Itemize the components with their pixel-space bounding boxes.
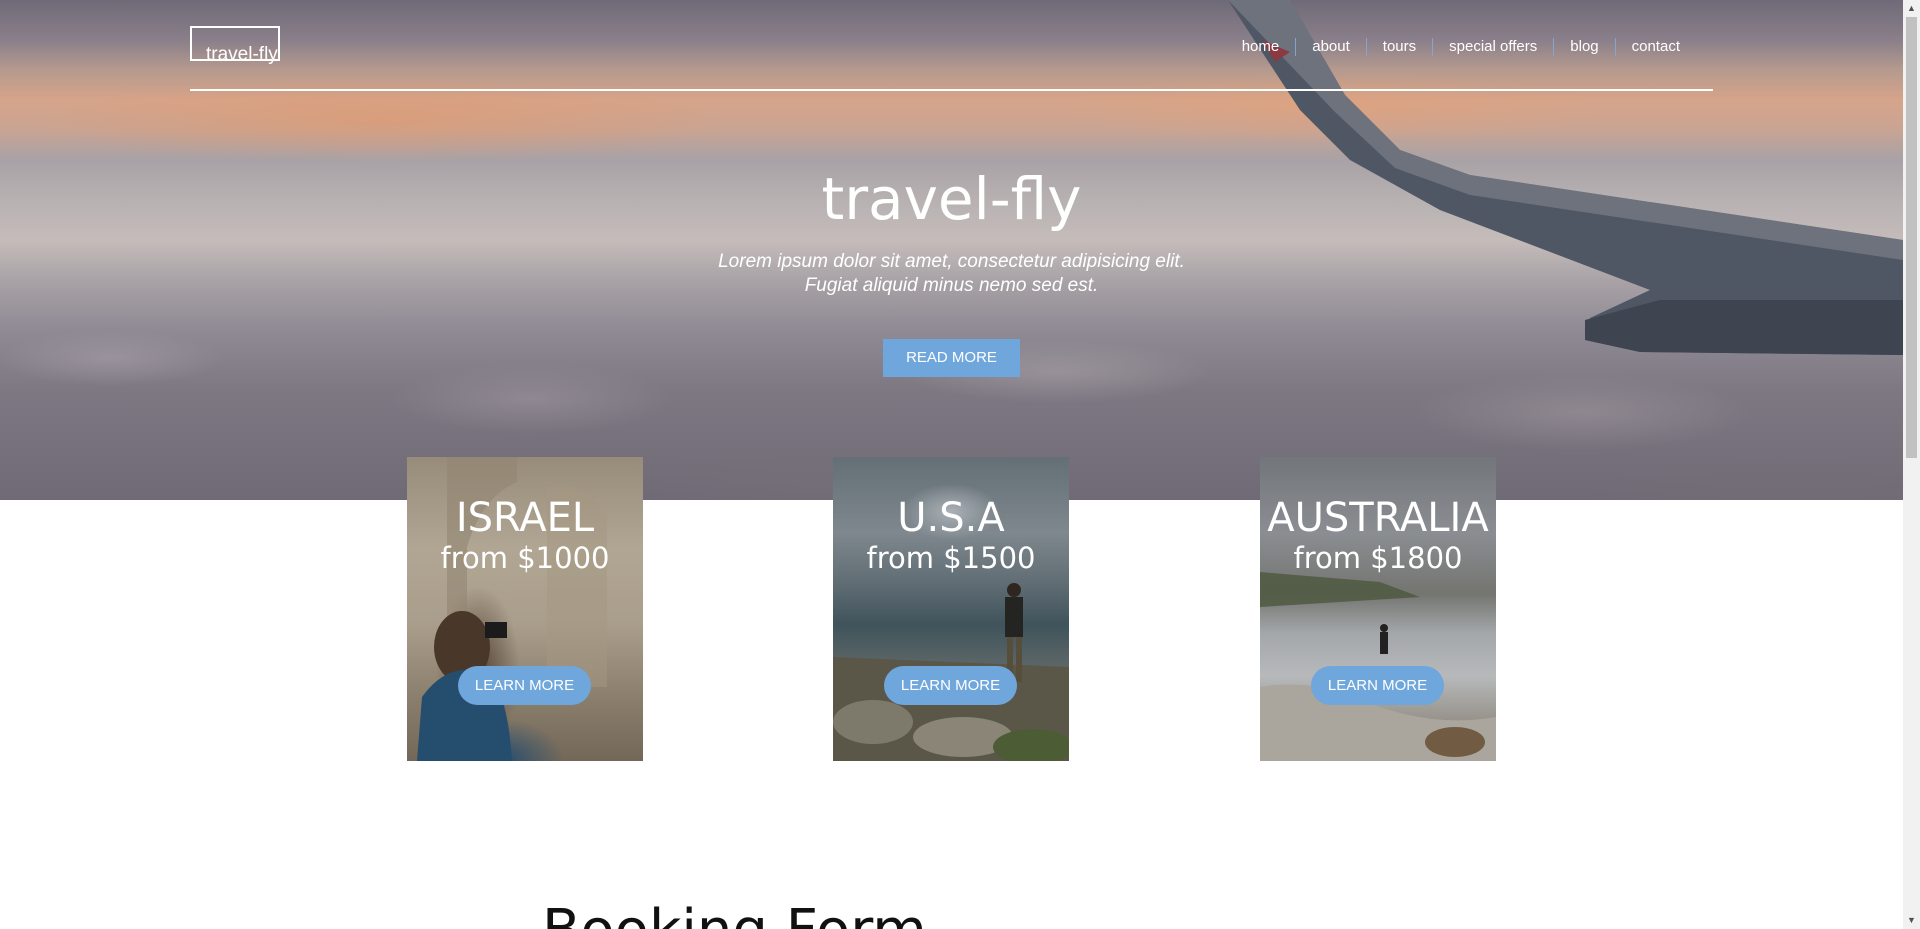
hero-subtitle-line-2: Fugiat aliquid minus nemo sed est. [804, 275, 1099, 296]
tour-country: ISRAEL [455, 495, 595, 541]
logo-text[interactable]: travel-fly [206, 44, 278, 66]
tour-country: AUSTRALIA [1267, 495, 1489, 541]
scroll-up-arrow-icon[interactable]: ▲ [1903, 0, 1920, 17]
nav-contact[interactable]: contact [1614, 38, 1696, 56]
main-nav: home about tours special offers blog con… [1226, 38, 1696, 56]
read-more-button[interactable]: READ MORE [883, 339, 1020, 377]
tour-country: U.S.A [897, 495, 1005, 541]
hero-subtitle-line-1: Lorem ipsum dolor sit amet, consectetur … [718, 251, 1185, 272]
hero-title: travel-fly [821, 165, 1082, 233]
learn-more-button-usa[interactable]: LEARN MORE [884, 666, 1017, 705]
nav-blog[interactable]: blog [1553, 38, 1614, 56]
hero-section: travel-fly home about tours special offe… [0, 0, 1903, 500]
nav-home[interactable]: home [1226, 38, 1296, 56]
learn-more-button-australia[interactable]: LEARN MORE [1311, 666, 1444, 705]
tour-card-usa[interactable]: U.S.A from $1500 LEARN MORE [833, 457, 1069, 761]
tour-price: from $1500 [866, 541, 1036, 575]
hero-subtitle: Lorem ipsum dolor sit amet, consectetur … [0, 250, 1903, 298]
tour-card-australia[interactable]: AUSTRALIA from $1800 LEARN MORE [1260, 457, 1496, 761]
tour-price: from $1000 [440, 541, 610, 575]
learn-more-button-israel[interactable]: LEARN MORE [458, 666, 591, 705]
scroll-down-arrow-icon[interactable]: ▼ [1903, 912, 1920, 929]
nav-special-offers[interactable]: special offers [1432, 38, 1553, 56]
page-scrollbar[interactable]: ▲ ▼ [1903, 0, 1920, 929]
tour-price: from $1800 [1293, 541, 1463, 575]
booking-form-title: Booking Form [542, 898, 927, 929]
nav-divider [190, 89, 1713, 91]
tour-card-israel[interactable]: ISRAEL from $1000 LEARN MORE [407, 457, 643, 761]
nav-about[interactable]: about [1295, 38, 1366, 56]
nav-tours[interactable]: tours [1365, 38, 1432, 56]
scrollbar-thumb[interactable] [1906, 17, 1917, 458]
